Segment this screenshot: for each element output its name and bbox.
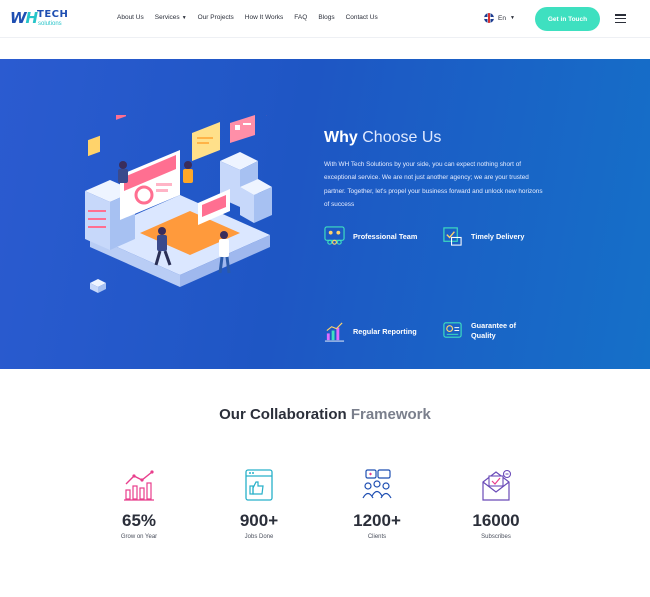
feature-label: Professional Team [353, 231, 418, 241]
stat-value: 1200+ [353, 511, 401, 530]
main-nav: About Us Services ▼ Our Projects How It W… [117, 14, 378, 21]
chevron-down-icon: ▼ [509, 15, 515, 21]
stat-caption: Grow on Year [120, 534, 158, 540]
feature-label: Timely Delivery [471, 231, 525, 241]
language-selector[interactable]: En ▼ [484, 13, 515, 23]
framework-title-light: Framework [350, 406, 431, 423]
jobs-board-icon [245, 469, 273, 501]
feature-professional-team: Professional Team [324, 226, 417, 247]
stat-caption: Jobs Done [244, 534, 274, 540]
isometric-team-illustration [85, 115, 275, 293]
subscribe-mail-icon [482, 469, 512, 501]
nav-label: Contact Us [345, 14, 378, 21]
nav-how-it-works[interactable]: How It Works [245, 14, 284, 21]
growth-chart-icon [124, 470, 154, 501]
nav-about-us[interactable]: About Us [117, 14, 144, 21]
logo[interactable]: WH TECH solutions [10, 8, 80, 32]
stat-value: 900+ [239, 511, 279, 530]
why-title: Why Choose Us [324, 129, 441, 147]
chevron-down-icon: ▼ [181, 14, 187, 21]
hamburger-icon[interactable] [615, 14, 626, 24]
stat-growth: 65% Grow on Year [94, 468, 184, 540]
stat-value: 65% [121, 511, 157, 530]
framework-title: Our Collaboration Framework [0, 406, 650, 423]
nav-label: Blogs [318, 14, 335, 21]
feature-regular-reporting: Regular Reporting [324, 321, 417, 342]
logo-brand: TECH [37, 9, 69, 20]
get-in-touch-button[interactable]: Get in Touch [535, 7, 600, 31]
quality-icon [443, 322, 462, 338]
logo-mark: WH [10, 9, 38, 27]
feature-label: Guarantee of Quality [471, 320, 517, 340]
team-icon [324, 226, 345, 245]
nav-contact-us[interactable]: Contact Us [346, 14, 378, 21]
nav-label: How It Works [244, 14, 284, 21]
feature-timely-delivery: Timely Delivery [442, 226, 524, 247]
nav-label: About Us [117, 14, 144, 21]
why-choose-us-section: Why Choose Us With WH Tech Solutions by … [0, 59, 650, 369]
feature-label: Regular Reporting [353, 326, 417, 336]
why-description: With WH Tech Solutions by your side, you… [324, 161, 543, 208]
nav-label: Services [154, 14, 180, 21]
nav-label: Our Projects [197, 14, 234, 21]
site-header: WH TECH solutions About Us Services ▼ Our… [0, 0, 650, 38]
stat-value: 16000 [472, 511, 520, 530]
delivery-icon [443, 227, 462, 246]
report-icon [324, 322, 345, 342]
nav-faq[interactable]: FAQ [294, 14, 307, 21]
page: WH TECH solutions About Us Services ▼ Our… [0, 0, 650, 597]
stat-subscribes: 16000 Subscribes [451, 468, 541, 540]
stat-caption: Clients [367, 534, 387, 540]
why-title-bold: Why [324, 129, 358, 146]
stat-clients: 1200+ Clients [332, 468, 422, 540]
logo-tagline: solutions [38, 21, 62, 27]
nav-blogs[interactable]: Blogs [318, 14, 334, 21]
stat-jobs: 900+ Jobs Done [214, 468, 304, 540]
nav-label: FAQ [294, 14, 308, 21]
framework-title-bold: Our Collaboration [219, 406, 347, 423]
language-label: En [498, 14, 506, 22]
why-title-light: Choose Us [362, 129, 442, 146]
feature-guarantee-of-quality: Guarantee of Quality [442, 320, 531, 341]
stat-caption: Subscribes [481, 534, 511, 540]
nav-our-projects[interactable]: Our Projects [198, 14, 234, 21]
uk-flag-icon [484, 13, 494, 23]
clients-icon [362, 469, 392, 499]
nav-services[interactable]: Services ▼ [155, 14, 187, 21]
